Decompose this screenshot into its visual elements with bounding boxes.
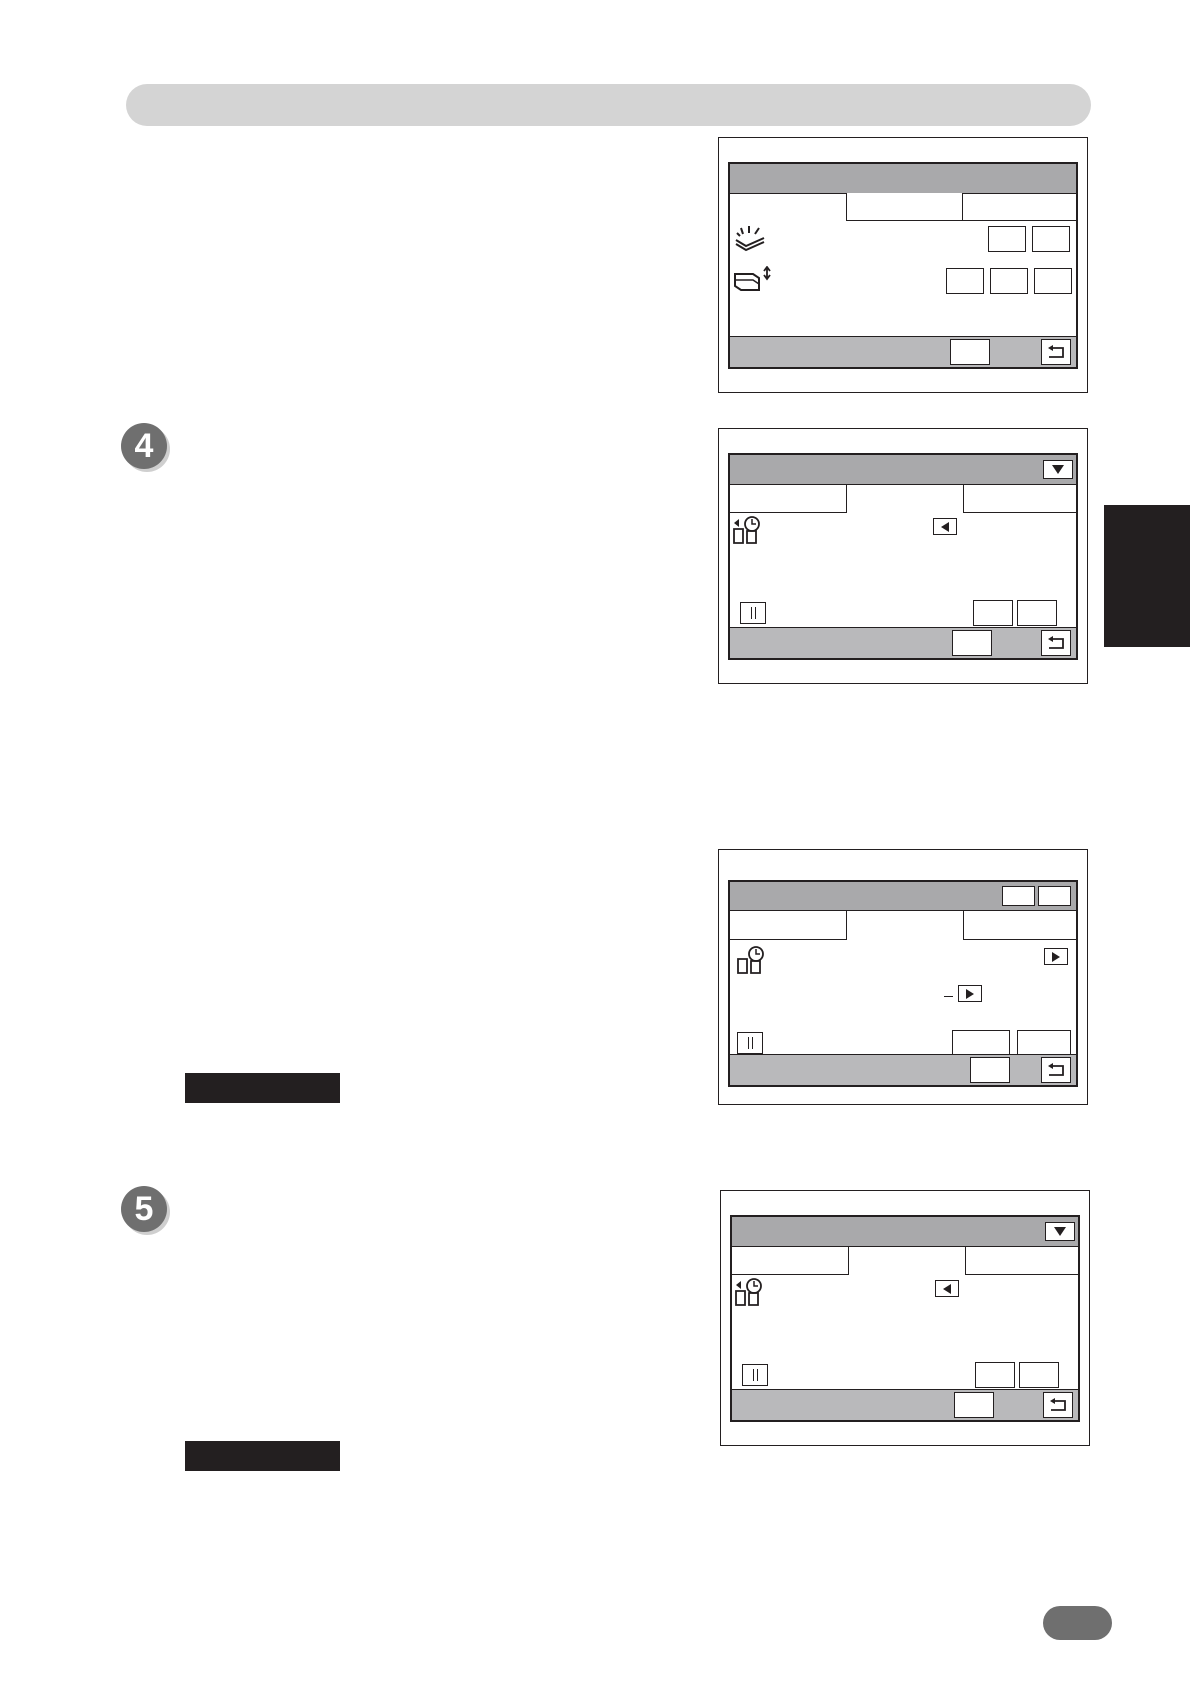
page-number-badge bbox=[1043, 1606, 1112, 1640]
right-arrow-button[interactable] bbox=[958, 985, 982, 1002]
tab-divider bbox=[730, 512, 847, 513]
return-button[interactable] bbox=[1041, 630, 1071, 656]
option-button[interactable] bbox=[975, 1362, 1015, 1388]
screen-title-bar bbox=[730, 882, 1076, 911]
pause-button[interactable] bbox=[742, 1364, 768, 1386]
return-icon bbox=[1046, 344, 1066, 360]
ok-button[interactable] bbox=[970, 1057, 1010, 1083]
tab-edge bbox=[848, 1246, 849, 1275]
clock-document-icon bbox=[736, 945, 766, 977]
return-icon bbox=[1046, 635, 1066, 651]
tab-edge bbox=[846, 484, 847, 513]
return-icon bbox=[1046, 1062, 1066, 1078]
screen-bottom-bar bbox=[730, 1054, 1076, 1085]
clock-document-icon bbox=[734, 1277, 764, 1309]
tab-divider bbox=[963, 939, 1076, 940]
step-5-badge: 5 bbox=[121, 1186, 167, 1232]
option-button[interactable] bbox=[1017, 1030, 1071, 1055]
tab-edge bbox=[846, 910, 847, 940]
left-arrow-button[interactable] bbox=[935, 1280, 959, 1297]
touch-screen bbox=[728, 453, 1078, 660]
tab-edge bbox=[963, 484, 964, 513]
tab-divider bbox=[730, 939, 847, 940]
touch-screen bbox=[728, 880, 1078, 1087]
right-arrow-button[interactable] bbox=[1044, 948, 1068, 965]
feed-tray-icon bbox=[733, 224, 767, 256]
screen-bottom-bar bbox=[730, 627, 1076, 658]
down-arrow-icon bbox=[1054, 1227, 1066, 1236]
cursor-mark bbox=[944, 996, 953, 997]
screen-title-bar bbox=[730, 164, 1076, 194]
option-button[interactable] bbox=[1002, 886, 1035, 906]
tab-divider bbox=[963, 512, 1076, 513]
dropdown-button[interactable] bbox=[1043, 460, 1073, 479]
step-4-badge: 4 bbox=[121, 423, 167, 469]
tab-divider bbox=[732, 1274, 849, 1275]
screen-panel-1 bbox=[718, 137, 1088, 393]
down-arrow-icon bbox=[1052, 465, 1064, 474]
return-icon bbox=[1048, 1397, 1068, 1413]
right-arrow-icon bbox=[1052, 951, 1060, 962]
option-button[interactable] bbox=[952, 1030, 1010, 1055]
left-arrow-icon bbox=[941, 521, 949, 532]
note-label-bar bbox=[185, 1441, 340, 1471]
option-button[interactable] bbox=[1017, 600, 1057, 626]
option-button[interactable] bbox=[1034, 268, 1072, 294]
pause-button[interactable] bbox=[737, 1032, 763, 1054]
option-button[interactable] bbox=[988, 226, 1026, 252]
option-button[interactable] bbox=[946, 268, 984, 294]
chapter-side-tab bbox=[1104, 505, 1190, 647]
screen-panel-2 bbox=[718, 428, 1088, 684]
pause-icon bbox=[752, 1369, 758, 1381]
right-arrow-icon bbox=[966, 988, 974, 999]
touch-screen bbox=[730, 1215, 1080, 1422]
return-button[interactable] bbox=[1041, 1057, 1071, 1083]
pause-button[interactable] bbox=[740, 602, 766, 624]
screen-panel-3 bbox=[718, 849, 1088, 1105]
left-arrow-button[interactable] bbox=[933, 518, 957, 535]
left-arrow-icon bbox=[943, 1283, 951, 1294]
tab-edge bbox=[963, 910, 964, 940]
touch-screen bbox=[728, 162, 1078, 369]
screen-bottom-bar bbox=[730, 336, 1076, 367]
ok-button[interactable] bbox=[954, 1392, 994, 1418]
screen-title-bar bbox=[730, 455, 1076, 485]
tab-edge bbox=[965, 1246, 966, 1275]
dropdown-button[interactable] bbox=[1045, 1222, 1075, 1241]
ok-button[interactable] bbox=[952, 630, 992, 656]
ok-button[interactable] bbox=[950, 339, 990, 365]
section-header-bar bbox=[126, 84, 1091, 126]
pause-icon bbox=[750, 607, 756, 619]
screen-bottom-bar bbox=[732, 1389, 1078, 1420]
option-button[interactable] bbox=[1032, 226, 1070, 252]
paper-stack-adjust-icon bbox=[733, 266, 773, 298]
pause-icon bbox=[747, 1037, 753, 1049]
option-button[interactable] bbox=[973, 600, 1013, 626]
screen-panel-4 bbox=[720, 1190, 1090, 1446]
tab-active[interactable] bbox=[846, 193, 963, 221]
clock-document-icon bbox=[732, 515, 762, 547]
return-button[interactable] bbox=[1043, 1392, 1073, 1418]
option-button[interactable] bbox=[990, 268, 1028, 294]
option-button[interactable] bbox=[1019, 1362, 1059, 1388]
note-label-bar bbox=[185, 1073, 340, 1103]
screen-title-bar bbox=[732, 1217, 1078, 1247]
return-button[interactable] bbox=[1041, 339, 1071, 365]
tab-divider bbox=[965, 1274, 1078, 1275]
option-button[interactable] bbox=[1038, 886, 1071, 906]
